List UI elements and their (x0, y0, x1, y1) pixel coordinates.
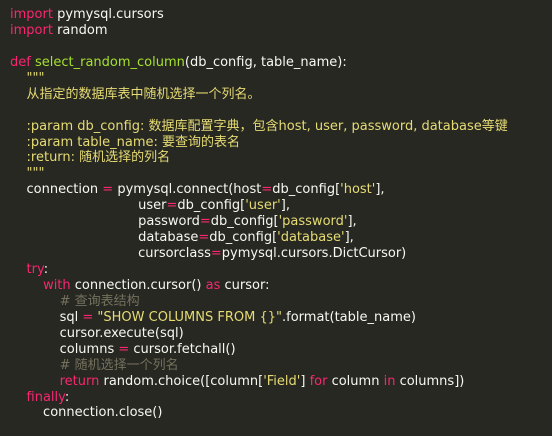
code-text-token: database (10, 230, 199, 246)
code-text-token: cursor.execute(sql) (10, 325, 184, 341)
code-line: database=db_config['database'], (10, 230, 552, 246)
comment-token: # 随机选择一个列名 (10, 357, 179, 373)
string-token: 'Field' (263, 373, 301, 389)
string-token: :return: 随机选择的列名 (10, 150, 171, 166)
code-line: # 查询表结构 (10, 294, 552, 310)
string-token: :param table_name: 要查询的表名 (10, 134, 241, 150)
code-editor[interactable]: import pymysql.cursors import random def … (0, 0, 552, 436)
code-line: connection.close() (10, 405, 552, 421)
code-text-token: user (10, 198, 167, 214)
code-text-token: connection (10, 182, 103, 198)
code-line: import pymysql.cursors (10, 7, 552, 23)
code-text-token: random (52, 22, 108, 38)
code-text-token: cursorclass (10, 246, 211, 262)
string-token: 'database' (277, 230, 345, 246)
code-line: user=db_config['user'], (10, 198, 552, 214)
code-text-token: ], (280, 198, 290, 214)
code-line: """ (10, 166, 552, 182)
code-line: :param table_name: 要查询的表名 (10, 135, 552, 151)
code-text-token: cursor: (220, 277, 270, 293)
code-text-token: password (10, 214, 200, 230)
function-name-token: select_random_column (34, 54, 185, 70)
code-text-token: sql (10, 309, 83, 325)
string-token: :param db_config: 数据库配置字典，包含host, user, … (10, 118, 508, 134)
code-text-token: db_config[ (210, 214, 279, 230)
code-line: import random (10, 23, 552, 39)
code-text-token: column (327, 373, 384, 389)
code-text-token: ], (375, 182, 385, 198)
code-text-token: random.choice([column[ (99, 373, 264, 389)
keyword-token: = (118, 341, 130, 357)
string-token: """ (10, 70, 45, 86)
code-text-token: ] (300, 373, 310, 389)
keyword-token: try (26, 262, 44, 277)
code-line: finally: (10, 390, 552, 406)
code-text-token: pymysql.connect(host (113, 182, 262, 198)
comment-token: # 查询表结构 (10, 293, 140, 309)
code-line: 从指定的数据库表中随机选择一个列名。 (10, 87, 552, 103)
string-token: 'password' (278, 214, 348, 230)
keyword-token: in (383, 373, 396, 389)
code-text-token: db_config[ (177, 198, 246, 214)
code-text-token: .format(table_name) (282, 309, 416, 325)
keyword-token: = (261, 182, 273, 198)
string-token: 'user' (245, 198, 281, 214)
keyword-token: finally (26, 389, 65, 405)
code-text-token: columns (10, 341, 119, 357)
code-line: # 随机选择一个列名 (10, 358, 552, 374)
code-line: password=db_config['password'], (10, 214, 552, 230)
keyword-token: = (198, 230, 210, 246)
code-text-token: connection.cursor() (70, 277, 206, 293)
code-line: connection = pymysql.connect(host=db_con… (10, 182, 552, 198)
code-line: cursorclass=pymysql.cursors.DictCursor) (10, 246, 552, 262)
string-token: """ (10, 166, 45, 182)
keyword-token: = (210, 246, 222, 262)
code-text-token: db_config[ (209, 230, 278, 246)
keyword-token: def (10, 54, 31, 70)
code-text-token: db_config[ (272, 182, 341, 198)
code-text-token: pymysql.cursors.DictCursor) (221, 246, 407, 262)
code-text-token: ], (344, 230, 354, 246)
code-text-token: connection.close() (10, 405, 163, 421)
code-line: def select_random_column(db_config, tabl… (10, 55, 552, 71)
keyword-token: = (199, 214, 211, 230)
code-line: columns = cursor.fetchall() (10, 342, 552, 358)
string-token: "SHOW COLUMNS FROM {}" (97, 309, 282, 325)
keyword-token: with (43, 277, 71, 293)
code-text-token: pymysql.cursors (52, 7, 164, 22)
keyword-token: as (205, 277, 221, 293)
keyword-token: import (10, 22, 53, 38)
code-text-token: columns]) (395, 373, 465, 389)
code-line: with connection.cursor() as cursor: (10, 278, 552, 294)
code-line: :return: 随机选择的列名 (10, 150, 552, 166)
keyword-token: = (102, 182, 114, 198)
code-line: """ (10, 71, 552, 87)
code-text-token: cursor.fetchall() (129, 341, 236, 357)
keyword-token: for (309, 373, 328, 389)
keyword-token: import (10, 7, 53, 22)
code-text-token: : (64, 389, 70, 405)
keyword-token: return (59, 373, 100, 389)
string-token: 'host' (340, 182, 376, 198)
code-text-token: (db_config, table_name): (184, 54, 347, 70)
code-line: return random.choice([column['Field'] fo… (10, 374, 552, 390)
code-block[interactable]: import pymysql.cursors import random def … (10, 7, 552, 421)
code-line: sql = "SHOW COLUMNS FROM {}".format(tabl… (10, 310, 552, 326)
string-token: 从指定的数据库表中随机选择一个列名。 (10, 86, 261, 102)
code-line: :param db_config: 数据库配置字典，包含host, user, … (10, 119, 552, 135)
code-text-token: : (43, 262, 49, 277)
code-line: cursor.execute(sql) (10, 326, 552, 342)
keyword-token: = (166, 198, 178, 214)
keyword-token: = (82, 309, 94, 325)
code-line: try: (10, 262, 552, 278)
code-text-token: ], (347, 214, 357, 230)
